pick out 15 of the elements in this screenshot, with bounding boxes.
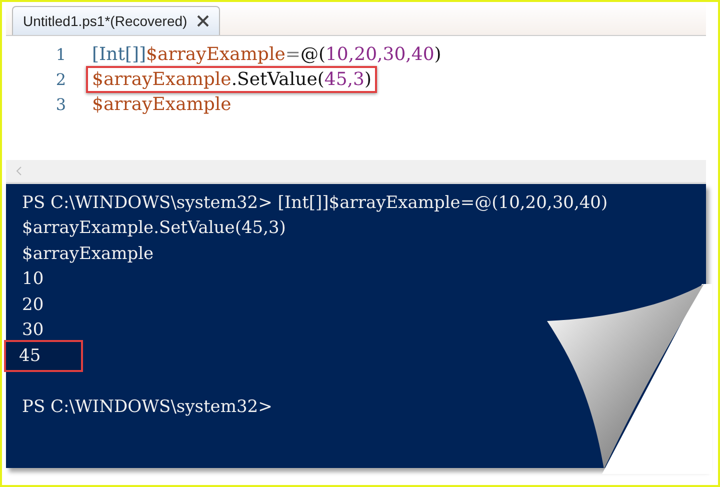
code-line: $arrayExample — [91, 93, 232, 117]
scroll-left-icon[interactable] — [16, 166, 22, 176]
line-number: 3 — [54, 95, 67, 114]
line-number: 1 — [54, 45, 67, 64]
console-line: 10 — [21, 268, 45, 292]
console-line: 20 — [21, 294, 45, 317]
line-number: 2 — [54, 70, 67, 89]
console-line: PS C:\WINDOWS\system32> [Int[]]$arrayExample=@(10,20,30,40) — [21, 192, 609, 215]
console-line: $arrayExample.SetValue(45,3) — [21, 217, 287, 240]
file-tab[interactable]: Untitled1.ps1*(Recovered) — [12, 6, 220, 35]
console-line: $arrayExample — [21, 242, 155, 266]
code-line: [Int[]]$arrayExample=@(10,20,30,40) — [91, 43, 442, 67]
close-icon[interactable] — [197, 15, 210, 27]
console-line: 30 — [21, 319, 45, 342]
console-prompt: PS C:\WINDOWS\system32> — [21, 396, 274, 419]
